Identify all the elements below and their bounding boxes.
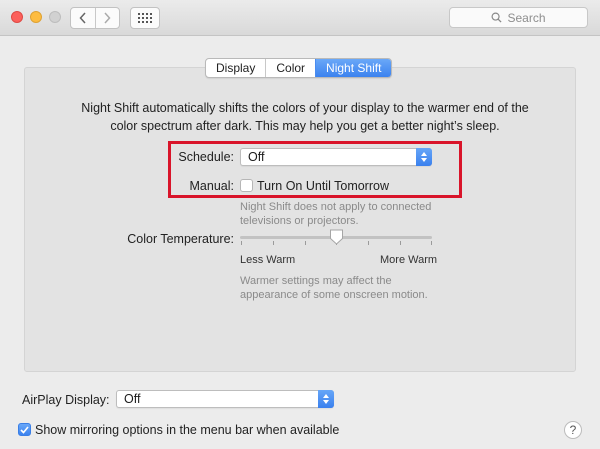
tab-night-shift[interactable]: Night Shift (315, 59, 392, 77)
mirroring-checkbox[interactable] (18, 423, 31, 436)
slider-min-label: Less Warm (240, 254, 296, 266)
back-button[interactable] (71, 8, 95, 28)
help-button[interactable]: ? (564, 421, 582, 439)
minimize-window-button[interactable] (30, 11, 42, 23)
slider-tick (305, 241, 306, 245)
search-placeholder: Search (507, 10, 546, 25)
highlight-box (168, 141, 462, 198)
note-line-1: Night Shift does not apply to connected (240, 201, 432, 213)
warning-line-2: appearance of some onscreen motion. (240, 289, 428, 301)
forward-button[interactable] (94, 8, 120, 28)
show-all-button[interactable] (130, 7, 160, 29)
slider-tick (431, 241, 432, 245)
slider-thumb[interactable] (329, 229, 344, 245)
close-window-button[interactable] (11, 11, 23, 23)
warning-line-1: Warmer settings may affect the (240, 275, 392, 287)
slider-max-label: More Warm (380, 254, 438, 266)
search-field[interactable]: Search (449, 7, 588, 28)
night-shift-note: Night Shift does not apply to connected … (240, 200, 431, 228)
checkmark-icon (20, 425, 29, 434)
search-icon (491, 12, 503, 23)
color-temperature-label: Color Temperature: (127, 232, 234, 246)
select-stepper-icon (318, 390, 334, 408)
airplay-value: Off (124, 392, 141, 406)
warmer-settings-note: Warmer settings may affect the appearanc… (240, 274, 428, 302)
display-tabs: Display Color Night Shift (205, 58, 393, 78)
slider-tick (273, 241, 274, 245)
grid-icon (138, 13, 152, 23)
slider-tick (400, 241, 401, 245)
zoom-window-button[interactable] (49, 11, 61, 23)
slider-tick (241, 241, 242, 245)
window-toolbar: Search (0, 0, 600, 36)
navigation-buttons (70, 7, 120, 29)
mirroring-label[interactable]: Show mirroring options in the menu bar w… (35, 423, 339, 437)
tab-color[interactable]: Color (265, 59, 315, 77)
airplay-label: AirPlay Display: (22, 393, 110, 407)
slider-tick (368, 241, 369, 245)
chevron-right-icon (104, 12, 111, 24)
note-line-2: televisions or projectors. (240, 215, 359, 227)
chevron-left-icon (79, 12, 86, 24)
airplay-select[interactable]: Off (116, 390, 334, 408)
tab-display[interactable]: Display (206, 59, 265, 77)
night-shift-description: Night Shift automatically shifts the col… (81, 101, 529, 133)
